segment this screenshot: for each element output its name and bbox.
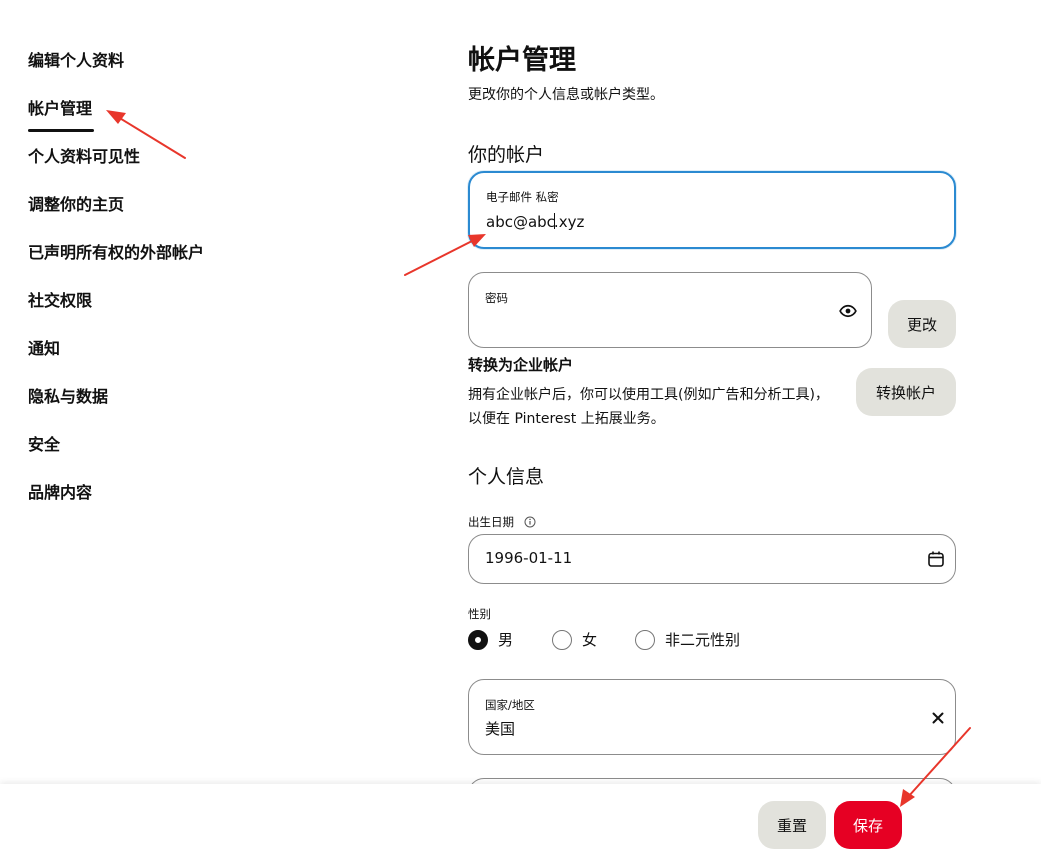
sidebar-item-branded-content[interactable]: 品牌内容 bbox=[28, 482, 92, 504]
eye-icon[interactable] bbox=[839, 302, 857, 324]
action-footer: 重置 保存 bbox=[0, 784, 1041, 857]
close-icon[interactable] bbox=[931, 710, 945, 729]
sidebar-item-claimed-accounts[interactable]: 已声明所有权的外部帐户 bbox=[28, 242, 204, 264]
password-field[interactable]: 密码 bbox=[468, 272, 872, 348]
radio-unchecked-icon[interactable] bbox=[635, 629, 655, 650]
page-subtitle: 更改你的个人信息或帐户类型。 bbox=[468, 87, 664, 103]
gender-radio-group: 男 女 非二元性别 bbox=[468, 629, 956, 655]
sidebar-item-social-permissions[interactable]: 社交权限 bbox=[28, 290, 92, 312]
change-password-button[interactable]: 更改 bbox=[888, 300, 956, 348]
gender-radio-nonbinary[interactable]: 非二元性别 bbox=[635, 629, 740, 650]
gender-radio-female[interactable]: 女 bbox=[552, 629, 597, 650]
arrow-head bbox=[106, 110, 126, 124]
birthdate-field[interactable]: 1996-01-11 bbox=[468, 534, 956, 584]
sidebar-item-edit-profile[interactable]: 编辑个人资料 bbox=[28, 50, 124, 72]
radio-checked-icon[interactable] bbox=[468, 629, 488, 650]
calendar-icon[interactable] bbox=[927, 550, 945, 572]
sidebar-item-profile-visibility[interactable]: 个人资料可见性 bbox=[28, 146, 140, 168]
sidebar-item-privacy-data[interactable]: 隐私与数据 bbox=[28, 386, 108, 408]
password-label: 密码 bbox=[485, 291, 508, 305]
sidebar-item-security[interactable]: 安全 bbox=[28, 434, 60, 456]
country-value[interactable]: 美国 bbox=[485, 718, 515, 739]
email-field[interactable]: 电子邮件 私密 abc@abc.xyz bbox=[468, 171, 956, 249]
your-account-heading: 你的帐户 bbox=[468, 144, 545, 166]
page-title: 帐户管理 bbox=[468, 45, 576, 76]
gender-option-label: 女 bbox=[582, 631, 598, 649]
email-value[interactable]: abc@abc.xyz bbox=[486, 213, 584, 231]
gender-radio-male[interactable]: 男 bbox=[468, 629, 513, 650]
save-button[interactable]: 保存 bbox=[834, 801, 902, 849]
email-label: 电子邮件 私密 bbox=[486, 190, 559, 204]
gender-option-label: 非二元性别 bbox=[665, 631, 741, 649]
sidebar-item-account-management[interactable]: 帐户管理 bbox=[28, 98, 95, 132]
country-label: 国家/地区 bbox=[485, 698, 535, 712]
reset-button[interactable]: 重置 bbox=[758, 801, 826, 849]
country-field[interactable]: 国家/地区 美国 bbox=[468, 679, 956, 755]
birthdate-label-row: 出生日期 bbox=[468, 514, 536, 531]
account-settings-panel: 帐户管理 更改你的个人信息或帐户类型。 你的帐户 电子邮件 私密 abc@abc… bbox=[468, 0, 956, 857]
convert-account-button[interactable]: 转换帐户 bbox=[856, 368, 956, 416]
birthdate-value[interactable]: 1996-01-11 bbox=[485, 549, 572, 567]
gender-label: 性别 bbox=[468, 607, 491, 621]
arrow-line bbox=[404, 239, 475, 276]
birthdate-label: 出生日期 bbox=[468, 515, 514, 529]
convert-business-description: 拥有企业帐户后，你可以使用工具(例如广告和分析工具)，以便在 Pinterest… bbox=[468, 387, 829, 427]
radio-unchecked-icon[interactable] bbox=[552, 629, 572, 650]
sidebar-item-tune-home-feed[interactable]: 调整你的主页 bbox=[28, 194, 124, 216]
sidebar-item-notifications[interactable]: 通知 bbox=[28, 338, 60, 360]
convert-business-title: 转换为企业帐户 bbox=[468, 356, 574, 374]
info-icon[interactable] bbox=[524, 516, 536, 531]
gender-option-label: 男 bbox=[498, 631, 514, 649]
personal-info-heading: 个人信息 bbox=[468, 466, 545, 488]
